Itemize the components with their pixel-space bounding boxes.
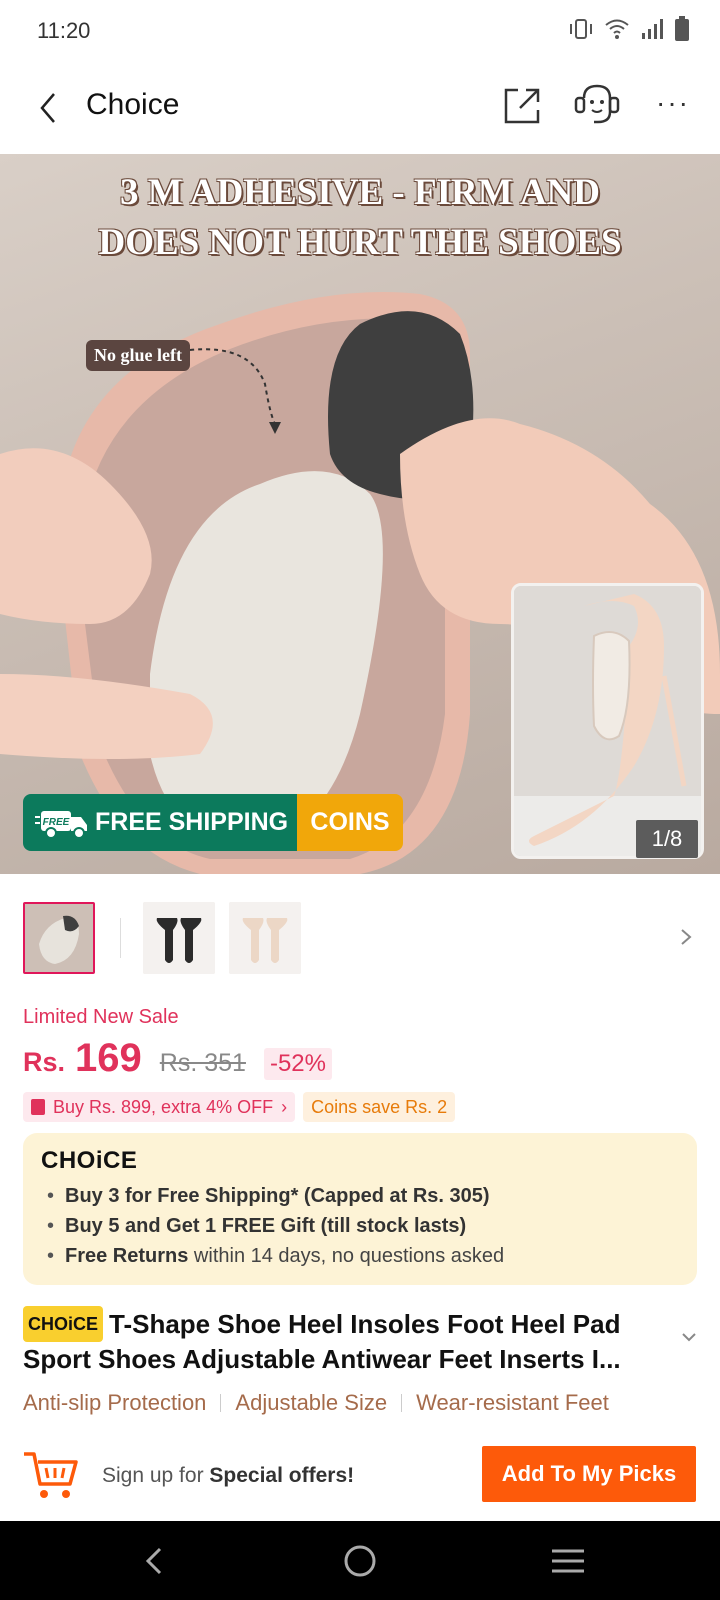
choice-benefits[interactable]: CHOiCE Buy 3 for Free Shipping* (Capped … — [23, 1133, 697, 1285]
choice-benefit-list: Buy 3 for Free Shipping* (Capped at Rs. … — [41, 1181, 679, 1271]
benefit-item: Buy 3 for Free Shipping* (Capped at Rs. … — [41, 1181, 679, 1211]
status-bar: 11:20 — [0, 0, 720, 60]
choice-tag: CHOiCE — [23, 1306, 104, 1342]
free-badge-text: FREE — [43, 817, 70, 828]
thumbnail-3[interactable] — [229, 902, 301, 974]
choice-logo: CHOiCE — [41, 1147, 138, 1174]
battery-icon — [674, 16, 690, 47]
truck-icon: FREE — [35, 810, 87, 839]
image-page-counter: 1/8 — [636, 820, 698, 858]
free-shipping-badge: FREE FREE SHIPPING — [23, 794, 297, 851]
coupon-row: Buy Rs. 899, extra 4% OFF › Coins save R… — [23, 1092, 456, 1122]
chevron-right-icon[interactable] — [676, 922, 696, 952]
chevron-down-icon[interactable] — [680, 1330, 698, 1344]
back-icon[interactable] — [34, 88, 64, 128]
signup-offer-text[interactable]: Sign up for Special offers! — [102, 1464, 354, 1488]
thumbnail-strip — [0, 902, 720, 978]
chevron-right-icon: › — [281, 1096, 288, 1117]
signal-icon — [640, 17, 664, 46]
nav-menu-icon[interactable] — [548, 1541, 588, 1581]
discount-badge: -52% — [263, 1048, 332, 1080]
original-price: Rs. 351 — [159, 1049, 246, 1077]
top-header: Choice ··· — [0, 68, 720, 152]
inset-shoe-image — [511, 583, 704, 859]
more-icon[interactable]: ··· — [655, 88, 691, 124]
feature-tag: Adjustable Size — [235, 1390, 388, 1415]
support-icon[interactable] — [572, 82, 622, 128]
coins-save-badge: Coins save Rs. 2 — [303, 1092, 456, 1122]
system-nav-bar — [0, 1521, 720, 1600]
coins-badge: COINS — [297, 794, 403, 851]
status-time: 11:20 — [37, 18, 91, 43]
no-glue-label: No glue left — [86, 340, 190, 371]
status-icons — [568, 16, 690, 47]
coupon-icon — [31, 1099, 45, 1115]
free-shipping-text: FREE SHIPPING — [95, 808, 289, 836]
feature-tag: Wear-resistant Feet — [416, 1390, 609, 1415]
feature-tag: Anti-slip Protection — [23, 1390, 207, 1415]
product-title[interactable]: CHOiCE T-Shape Shoe Heel Insoles Foot Hee… — [23, 1306, 683, 1376]
current-price: 169 — [75, 1036, 142, 1080]
benefit-item: Free Returns within 14 days, no question… — [41, 1241, 679, 1271]
hero-headline: 3 M ADHESIVE - FIRM AND DOES NOT HURT TH… — [98, 172, 622, 263]
thumbnail-divider — [120, 918, 121, 958]
vibrate-icon — [568, 17, 594, 46]
nav-back-icon[interactable] — [136, 1541, 176, 1581]
product-image-carousel[interactable]: 3 M ADHESIVE - FIRM AND DOES NOT HURT TH… — [0, 154, 720, 874]
thumbnail-1[interactable] — [23, 902, 95, 974]
feature-divider — [401, 1394, 403, 1412]
feature-divider — [220, 1394, 222, 1412]
thumbnail-2[interactable] — [143, 902, 215, 974]
share-icon[interactable] — [502, 84, 544, 126]
price-currency: Rs. — [23, 1047, 66, 1077]
add-to-my-picks-button[interactable]: Add To My Picks — [482, 1446, 696, 1502]
wifi-icon — [604, 17, 630, 46]
nav-home-icon[interactable] — [340, 1541, 380, 1581]
page-title: Choice — [86, 88, 180, 121]
bottom-action-bar: Sign up for Special offers! Add To My Pi… — [0, 1440, 720, 1520]
sale-label: Limited New Sale — [23, 1006, 179, 1028]
feature-tags: Anti-slip Protection Adjustable Size Wea… — [23, 1390, 609, 1416]
product-title-text: T-Shape Shoe Heel Insoles Foot Heel Pad … — [23, 1309, 621, 1374]
deal-coupon[interactable]: Buy Rs. 899, extra 4% OFF › — [23, 1092, 296, 1122]
promo-banner: FREE FREE SHIPPING COINS — [23, 794, 403, 851]
cart-icon[interactable] — [22, 1448, 78, 1502]
benefit-item: Buy 5 and Get 1 FREE Gift (till stock la… — [41, 1211, 679, 1241]
price-row: Rs. 169 Rs. 351 -52% — [23, 1036, 332, 1081]
deal-coupon-text: Buy Rs. 899, extra 4% OFF — [53, 1096, 274, 1117]
